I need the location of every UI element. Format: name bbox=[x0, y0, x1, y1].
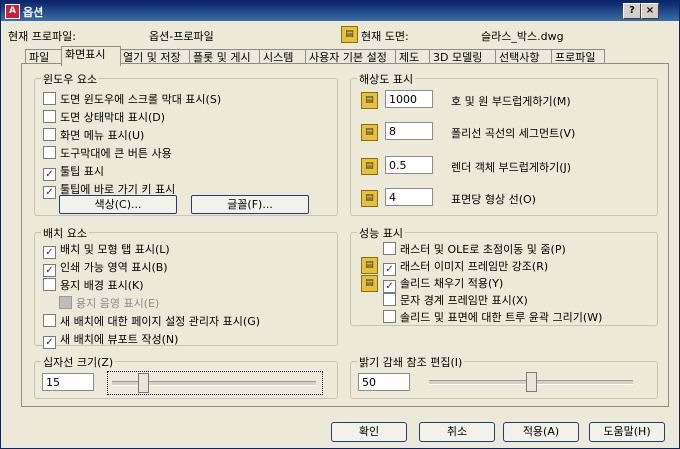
polyline-segments-input[interactable]: 8 bbox=[385, 122, 433, 140]
layout-model-tabs-checkbox[interactable]: 배치 및 모형 탭 표시(L) bbox=[43, 241, 170, 259]
status-bar-checkbox[interactable]: 도면 상태막대 표시(D) bbox=[43, 109, 165, 124]
scrollbars-checkbox[interactable]: 도면 윈도우에 스크롤 막대 표시(S) bbox=[43, 91, 221, 106]
dwg-saved-in-drawing-icon: ▤ bbox=[361, 275, 378, 292]
crosshair-size-input[interactable]: 15 bbox=[42, 373, 94, 391]
rendered-smoothness-label: 렌더 객체 부드럽게하기(J) bbox=[451, 161, 572, 174]
crosshair-slider-thumb[interactable] bbox=[137, 373, 149, 393]
printable-area-checkbox[interactable]: 인쇄 가능 영역 표시(B) bbox=[43, 259, 168, 277]
paper-shadow-label: 용지 음영 표시(E) bbox=[76, 297, 160, 310]
crosshair-slider[interactable] bbox=[107, 371, 323, 395]
checkbox-box[interactable] bbox=[383, 310, 396, 323]
xref-fade-slider[interactable] bbox=[425, 371, 639, 393]
window-elements-title: 윈도우 요소 bbox=[41, 71, 100, 87]
page-setup-manager-checkbox[interactable]: 새 배치에 대한 페이지 설정 관리자 표시(G) bbox=[43, 313, 260, 328]
display-resolution-group: 해상도 표시 ▤ 1000 호 및 원 부드럽게하기(M) ▤ 8 폴리선 곡선… bbox=[350, 71, 658, 216]
true-silhouettes-checkbox[interactable]: 솔리드 및 표면에 대한 트루 윤곽 그리기(W) bbox=[383, 309, 602, 324]
pan-zoom-raster-label: 래스터 및 OLE로 초점이동 및 줌(P) bbox=[400, 243, 566, 256]
create-viewport-label: 새 배치에 뷰포트 작성(N) bbox=[60, 333, 179, 346]
help-button[interactable]: 도움말(H) bbox=[589, 422, 665, 442]
page-setup-manager-label: 새 배치에 대한 페이지 설정 관리자 표시(G) bbox=[60, 315, 261, 328]
checkbox-box[interactable] bbox=[43, 92, 56, 105]
text-frame-label: 문자 경계 프레임만 표시(X) bbox=[400, 294, 528, 307]
solid-fill-label: 솔리드 채우기 적용(Y) bbox=[400, 277, 504, 290]
tooltips-checkbox[interactable]: 툴팁 표시 bbox=[43, 163, 104, 181]
display-tab-panel: 윈도우 요소 도면 윈도우에 스크롤 막대 표시(S) 도면 상태막대 표시(D… bbox=[21, 63, 669, 407]
display-performance-group: 성능 표시 ▤ ▤ 래스터 및 OLE로 초점이동 및 줌(P) 래스터 이미지… bbox=[350, 225, 658, 326]
checkbox-box[interactable] bbox=[59, 296, 72, 309]
highlight-raster-frame-checkbox[interactable]: 래스터 이미지 프레임만 강조(R) bbox=[383, 258, 549, 276]
screen-menu-checkbox[interactable]: 화면 메뉴 표시(U) bbox=[43, 127, 144, 142]
xref-fade-title: 밝기 감쇄 참조 편집(I) bbox=[357, 354, 465, 370]
true-silhouettes-label: 솔리드 및 표면에 대한 트루 윤곽 그리기(W) bbox=[400, 311, 603, 324]
xref-fade-slider-thumb[interactable] bbox=[526, 372, 537, 392]
dwg-saved-in-drawing-icon: ▤ bbox=[361, 124, 378, 141]
polyline-segments-label: 폴리선 곡선의 세그먼트(V) bbox=[451, 127, 576, 140]
paper-background-label: 용지 배경 표시(K) bbox=[60, 279, 144, 292]
tab-display[interactable]: 화면표시 bbox=[61, 46, 121, 66]
dwg-saved-in-drawing-icon: ▤ bbox=[361, 158, 378, 175]
scrollbars-label: 도면 윈도우에 스크롤 막대 표시(S) bbox=[60, 93, 222, 106]
current-profile-value: 옵션-프로파일 bbox=[149, 30, 214, 43]
arc-smoothness-label: 호 및 원 부드럽게하기(M) bbox=[451, 95, 571, 108]
dialog-title: 옵션 bbox=[23, 6, 44, 19]
help-title-button[interactable]: ? bbox=[623, 3, 641, 19]
checkbox-box[interactable] bbox=[43, 264, 56, 277]
display-resolution-title: 해상도 표시 bbox=[357, 71, 416, 87]
dwg-saved-in-drawing-icon: ▤ bbox=[361, 190, 378, 207]
solid-fill-checkbox[interactable]: 솔리드 채우기 적용(Y) bbox=[383, 275, 504, 293]
crosshair-size-group: 십자선 크기(Z) 15 bbox=[34, 354, 338, 399]
layout-model-tabs-label: 배치 및 모형 탭 표시(L) bbox=[60, 243, 170, 256]
arc-smoothness-input[interactable]: 1000 bbox=[385, 90, 433, 108]
pan-zoom-raster-checkbox[interactable]: 래스터 및 OLE로 초점이동 및 줌(P) bbox=[383, 241, 566, 256]
cancel-button[interactable]: 취소 bbox=[419, 422, 495, 442]
shortcut-tooltips-checkbox[interactable]: 툴팁에 바로 가기 키 표시 bbox=[43, 181, 175, 199]
large-buttons-label: 도구막대에 큰 버튼 사용 bbox=[60, 147, 172, 160]
checkbox-box[interactable] bbox=[43, 168, 56, 181]
window-elements-group: 윈도우 요소 도면 윈도우에 스크롤 막대 표시(S) 도면 상태막대 표시(D… bbox=[34, 71, 338, 216]
checkbox-box[interactable] bbox=[383, 293, 396, 306]
app-icon: A bbox=[5, 4, 20, 19]
dwg-saved-in-drawing-icon: ▤ bbox=[361, 257, 378, 274]
checkbox-box[interactable] bbox=[43, 278, 56, 291]
checkbox-box[interactable] bbox=[43, 128, 56, 141]
rendered-smoothness-input[interactable]: 0.5 bbox=[385, 156, 433, 174]
highlight-raster-frame-label: 래스터 이미지 프레임만 강조(R) bbox=[400, 260, 549, 273]
checkbox-box[interactable] bbox=[383, 242, 396, 255]
checkbox-box[interactable] bbox=[43, 336, 56, 349]
paper-background-checkbox[interactable]: 용지 배경 표시(K) bbox=[43, 277, 144, 292]
display-performance-title: 성능 표시 bbox=[357, 225, 405, 241]
ok-button[interactable]: 확인 bbox=[331, 422, 407, 442]
colors-button[interactable]: 색상(C)... bbox=[59, 195, 177, 214]
current-profile-label: 현재 프로파일: bbox=[8, 30, 76, 43]
current-drawing-value: 슬라스_박스.dwg bbox=[481, 30, 564, 43]
layout-elements-title: 배치 요소 bbox=[41, 225, 89, 241]
create-viewport-checkbox[interactable]: 새 배치에 뷰포트 작성(N) bbox=[43, 331, 179, 349]
checkbox-box[interactable] bbox=[43, 110, 56, 123]
checkbox-box[interactable] bbox=[43, 314, 56, 327]
current-drawing-label: 현재 도면: bbox=[361, 30, 409, 43]
layout-elements-group: 배치 요소 배치 및 모형 탭 표시(L) 인쇄 가능 영역 표시(B) 용지 … bbox=[34, 225, 338, 349]
crosshair-size-title: 십자선 크기(Z) bbox=[41, 354, 116, 370]
xref-fade-group: 밝기 감쇄 참조 편집(I) 50 bbox=[350, 354, 658, 399]
checkbox-box[interactable] bbox=[43, 246, 56, 259]
contour-lines-input[interactable]: 4 bbox=[385, 188, 433, 206]
drawing-icon: ▤ bbox=[341, 26, 358, 43]
status-bar-label: 도면 상태막대 표시(D) bbox=[60, 111, 166, 124]
checkbox-box[interactable] bbox=[43, 146, 56, 159]
contour-lines-label: 표면당 형상 선(O) bbox=[451, 193, 536, 206]
checkbox-box[interactable] bbox=[43, 186, 56, 199]
fonts-button[interactable]: 글꼴(F)... bbox=[191, 195, 309, 214]
apply-button[interactable]: 적용(A) bbox=[503, 422, 579, 442]
tooltips-label: 툴팁 표시 bbox=[60, 165, 104, 178]
screen-menu-label: 화면 메뉴 표시(U) bbox=[60, 129, 145, 142]
text-frame-checkbox[interactable]: 문자 경계 프레임만 표시(X) bbox=[383, 292, 528, 307]
large-buttons-checkbox[interactable]: 도구막대에 큰 버튼 사용 bbox=[43, 145, 172, 160]
title-bar: A 옵션 ? × bbox=[1, 1, 679, 21]
close-button[interactable]: × bbox=[641, 3, 659, 19]
paper-shadow-checkbox[interactable]: 용지 음영 표시(E) bbox=[59, 295, 159, 310]
options-dialog: A 옵션 ? × 현재 프로파일: 옵션-프로파일 ▤ 현재 도면: 슬라스_박… bbox=[0, 0, 680, 449]
xref-fade-input[interactable]: 50 bbox=[358, 373, 410, 391]
dwg-saved-in-drawing-icon: ▤ bbox=[361, 92, 378, 109]
printable-area-label: 인쇄 가능 영역 표시(B) bbox=[60, 261, 168, 274]
